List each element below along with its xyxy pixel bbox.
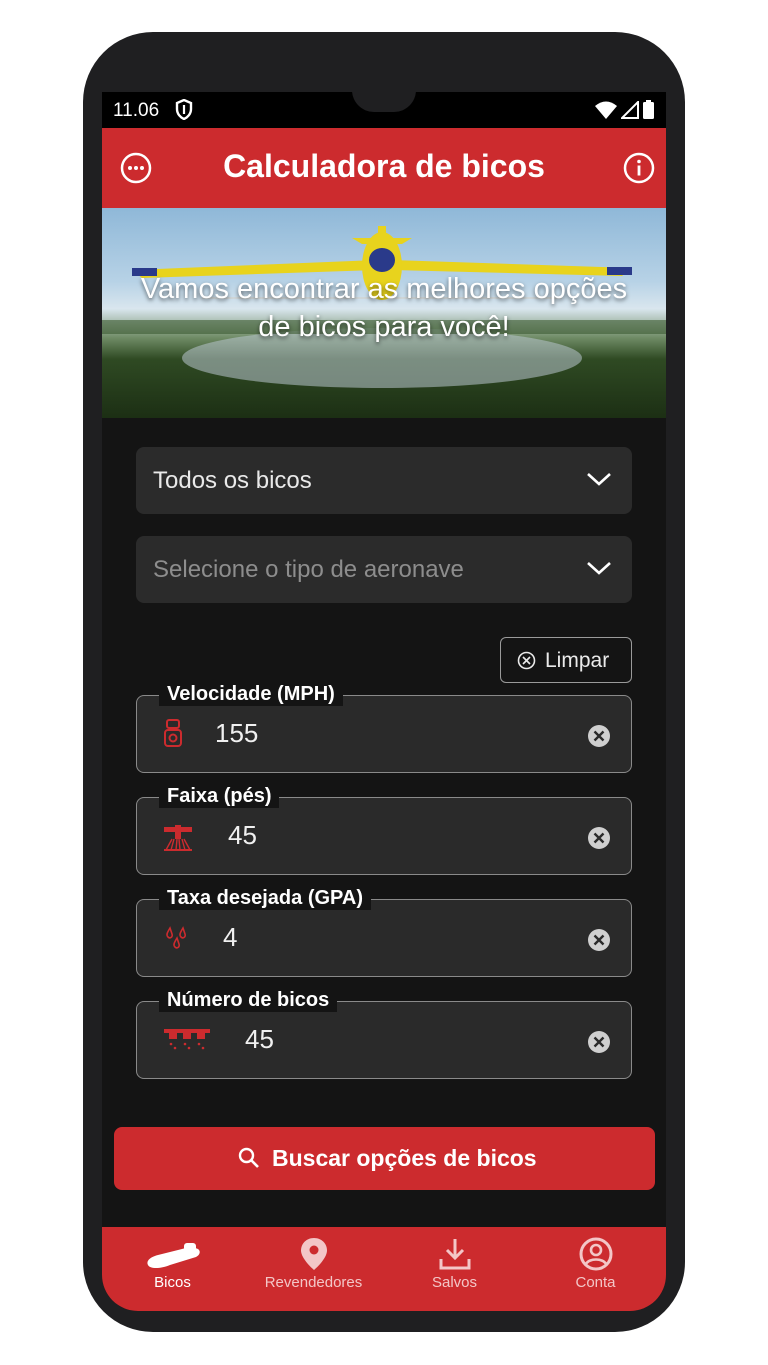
info-circle-icon[interactable]: [623, 152, 655, 184]
clear-field-icon[interactable]: [587, 826, 611, 850]
speedometer-icon: [164, 719, 182, 747]
status-bar: 11.06: [102, 92, 666, 128]
clear-field-icon[interactable]: [587, 724, 611, 748]
download-icon: [439, 1239, 470, 1270]
nozzle-type-select[interactable]: Todos os bicos: [136, 447, 632, 514]
swath-value[interactable]: 45: [228, 820, 257, 851]
clear-field-icon[interactable]: [587, 1030, 611, 1054]
app-screen: 11.06 Calculadora de bicos Vamos encontr…: [102, 92, 666, 1311]
boom-nozzles-icon: [164, 1029, 210, 1050]
swath-field[interactable]: Faixa (pés) 45: [136, 784, 632, 875]
nav-item-salvos[interactable]: Salvos: [384, 1227, 525, 1311]
location-pin-icon: [300, 1238, 327, 1270]
nav-label-conta: Conta: [575, 1274, 616, 1291]
nozzle-type-value: Todos os bicos: [153, 467, 312, 494]
nav-label-revendedores: Revendedores: [264, 1274, 363, 1291]
search-icon: [238, 1147, 259, 1168]
rate-value[interactable]: 4: [223, 922, 237, 953]
shield-icon: [175, 99, 193, 120]
nav-item-bicos[interactable]: Bicos: [102, 1227, 243, 1311]
nav-item-conta[interactable]: Conta: [525, 1227, 666, 1311]
status-time: 11.06: [113, 100, 160, 121]
droplets-icon: [166, 926, 186, 949]
chevron-down-icon: [587, 562, 611, 575]
nav-item-revendedores[interactable]: Revendedores: [243, 1227, 384, 1311]
aircraft-type-select[interactable]: Selecione o tipo de aeronave: [136, 536, 632, 603]
close-circle-icon: [517, 651, 536, 670]
clear-button[interactable]: Limpar: [500, 637, 632, 683]
swath-field-label: Faixa (pés): [159, 784, 280, 808]
account-circle-icon: [579, 1237, 612, 1271]
battery-icon: [643, 100, 654, 119]
speed-value[interactable]: 155: [215, 718, 258, 749]
chevron-down-icon: [587, 473, 611, 486]
hero-banner: Vamos encontrar as melhores opções de bi…: [102, 208, 666, 418]
rate-field-label: Taxa desejada (GPA): [159, 886, 371, 910]
swath-plane-icon: [164, 825, 192, 851]
wifi-icon: [595, 101, 617, 119]
speed-field-label: Velocidade (MPH): [159, 682, 343, 706]
hero-tagline: Vamos encontrar as melhores opções de bi…: [140, 273, 628, 343]
clear-button-label: Limpar: [545, 649, 610, 672]
nav-label-bicos: Bicos: [154, 1274, 191, 1291]
app-bar: Calculadora de bicos: [102, 128, 666, 208]
speed-field[interactable]: Velocidade (MPH) 155: [136, 682, 632, 773]
search-nozzles-button[interactable]: Buscar opções de bicos: [114, 1127, 655, 1190]
status-indicators: [595, 100, 654, 119]
clear-field-icon[interactable]: [587, 928, 611, 952]
page-title: Calculadora de bicos: [223, 148, 545, 184]
rate-field[interactable]: Taxa desejada (GPA) 4: [136, 886, 632, 977]
bottom-navigation: Bicos Revendedores Salvos Conta: [102, 1227, 666, 1311]
aircraft-type-placeholder: Selecione o tipo de aeronave: [153, 556, 464, 583]
search-button-label: Buscar opções de bicos: [272, 1145, 537, 1171]
nozzle-count-field[interactable]: Número de bicos 45: [136, 988, 632, 1079]
nozzle-count-value[interactable]: 45: [245, 1024, 274, 1055]
signal-icon: [621, 100, 639, 119]
nozzle-icon: [146, 1243, 200, 1268]
camera-notch: [352, 92, 416, 112]
nav-label-salvos: Salvos: [431, 1274, 478, 1291]
nozzle-count-field-label: Número de bicos: [159, 988, 338, 1012]
